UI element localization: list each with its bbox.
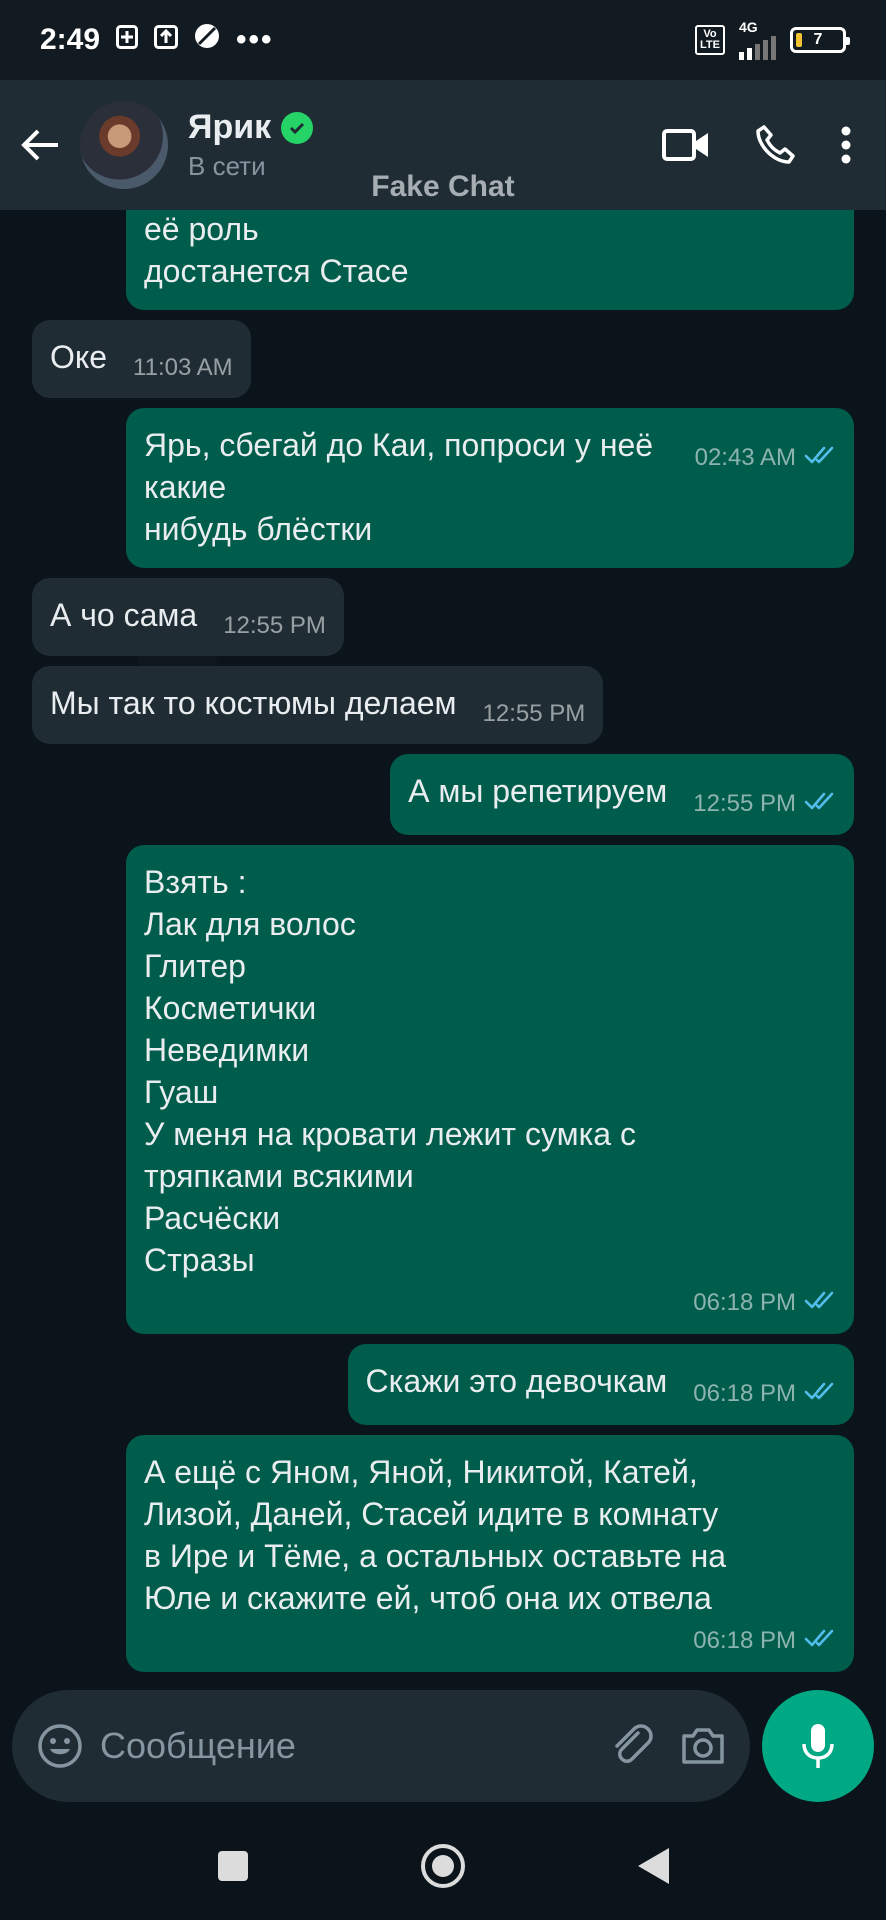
battery-icon: 7 (790, 27, 850, 53)
message-text: А чо сама (50, 597, 198, 633)
video-call-button[interactable] (662, 127, 710, 163)
message-text: А ещё с Яном, Яной, Никитой, Катей, Лизо… (144, 1454, 727, 1616)
voice-call-button[interactable] (754, 124, 796, 166)
attach-button[interactable] (608, 1723, 654, 1769)
message-text: А мы репетируем (408, 773, 668, 809)
battery-level: 7 (813, 31, 823, 48)
message-meta: 06:18 PM (170, 1627, 836, 1654)
outgoing-message[interactable]: А ещё с Яном, Яной, Никитой, Катей, Лизо… (126, 1435, 854, 1672)
message-time: 06:18 PM (693, 1626, 796, 1654)
message-meta: 06:18 PM (693, 1380, 836, 1407)
message-time: 11:03 AM (696, 210, 796, 212)
message-time: 12:55 PM (693, 789, 796, 817)
outgoing-message[interactable]: 02:43 AM Ярь, сбегай до Каи, попроси у не… (126, 408, 854, 568)
arrow-left-icon (21, 129, 58, 161)
double-check-read-icon (804, 1627, 836, 1654)
message-meta: 11:03 AM (696, 210, 836, 213)
message-time: 11:03 AM (133, 354, 233, 381)
phone-icon (756, 125, 795, 164)
message-meta: 06:18 PM (170, 1289, 836, 1316)
double-check-read-icon (804, 1289, 836, 1316)
message-meta: 11:03 AM (133, 356, 233, 380)
voice-message-button[interactable] (762, 1690, 874, 1802)
camera-icon (682, 1728, 724, 1764)
message-time: 06:18 PM (693, 1379, 796, 1407)
volte-badge: Vo LTE (695, 25, 725, 55)
message-meta: 02:43 AM (695, 444, 836, 471)
triangle-back-icon (638, 1848, 669, 1884)
message-meta: 12:55 PM (483, 702, 586, 726)
app-watermark: Fake Chat (371, 170, 515, 203)
message-text: Скажи ей, что я сейчас прийду и её роль … (144, 211, 409, 289)
home-button[interactable] (413, 1836, 473, 1896)
double-check-read-icon (804, 210, 836, 213)
double-check-read-icon (804, 790, 836, 817)
network-type: 4G (739, 19, 758, 35)
signal-strength-icon (739, 34, 776, 60)
outgoing-message[interactable]: 06:18 PM Скажи это девочкам (347, 1344, 854, 1425)
camera-button[interactable] (680, 1726, 726, 1766)
contact-name: Ярик (188, 108, 272, 146)
incoming-message[interactable]: 12:55 PM Мы так то костюмы делаем (32, 666, 604, 744)
message-time: 06:18 PM (693, 1288, 796, 1316)
message-text: Ярь, сбегай до Каи, попроси у неё какие … (144, 427, 654, 547)
notification-plus-icon (116, 23, 139, 57)
message-text: Взять : Лак для волос Глитер Косметички … (144, 864, 636, 1278)
system-navigation-bar (0, 1812, 886, 1920)
message-meta: 12:55 PM (693, 790, 836, 817)
outgoing-message[interactable]: 12:55 PM А мы репетируем (390, 754, 854, 835)
verified-badge-icon (281, 111, 314, 144)
paperclip-icon (615, 1724, 653, 1763)
incoming-message[interactable]: 11:03 AM Оке (32, 320, 251, 398)
recents-button[interactable] (203, 1836, 263, 1896)
blocked-app-icon (194, 23, 220, 57)
microphone-icon (802, 1724, 834, 1768)
message-time: 12:55 PM (223, 612, 326, 639)
outgoing-message[interactable]: 11:03 AM Скажи ей, что я сейчас прийду и … (126, 210, 854, 310)
emoji-button[interactable] (36, 1722, 84, 1770)
message-time: 12:55 PM (482, 700, 586, 727)
status-time: 2:49 (40, 23, 101, 56)
status-bar: 2:49 ••• Vo LTE 4G 7 (0, 0, 886, 80)
kebab-menu-icon (841, 126, 851, 164)
message-text: Скажи это девочкам (365, 1363, 668, 1399)
message-text: Оке (50, 339, 108, 375)
message-input[interactable] (100, 1725, 582, 1767)
more-options-button[interactable] (840, 125, 852, 165)
system-back-button[interactable] (623, 1836, 683, 1896)
circle-icon (421, 1844, 465, 1888)
message-list: 11:03 AM Скажи ей, что я сейчас прийду и … (0, 210, 886, 1672)
double-check-read-icon (804, 1380, 836, 1407)
double-check-read-icon (804, 444, 836, 471)
square-icon (218, 1851, 248, 1881)
outgoing-message[interactable]: Взять : Лак для волос Глитер Косметички … (126, 845, 854, 1334)
incoming-message[interactable]: 12:55 PM А чо сама (32, 578, 344, 656)
message-composer (12, 1690, 750, 1802)
chat-area[interactable]: 11:03 AM Скажи ей, что я сейчас прийду и … (0, 210, 886, 1682)
smiley-icon (38, 1724, 82, 1768)
message-meta: 12:55 PM (223, 614, 326, 638)
video-camera-icon (662, 129, 708, 161)
more-notifications-indicator: ••• (236, 23, 274, 56)
message-text: Мы так то костюмы делаем (50, 685, 457, 721)
upload-icon (154, 23, 179, 57)
message-time: 02:43 AM (694, 443, 796, 471)
